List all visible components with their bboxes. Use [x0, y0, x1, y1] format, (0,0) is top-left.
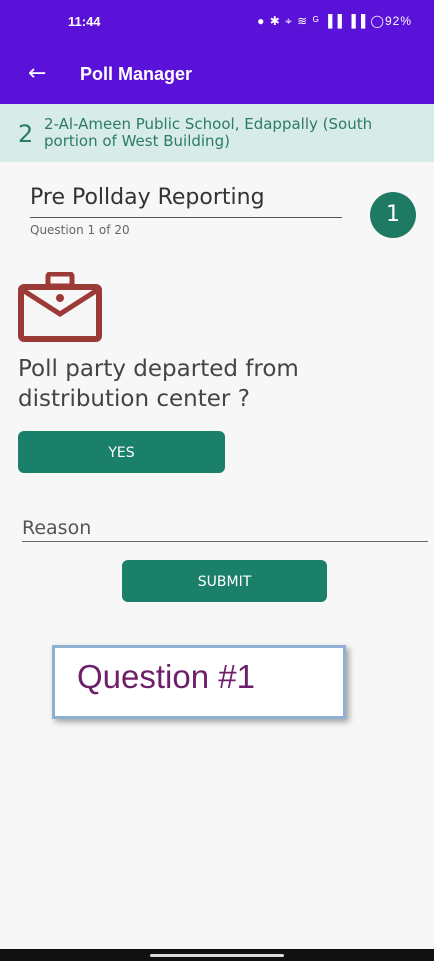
status-time: 11:44	[68, 14, 101, 29]
submit-button[interactable]: SUBMIT	[122, 560, 327, 602]
app-bar: ← Poll Manager	[0, 46, 434, 104]
question-callout: Question #1	[52, 645, 346, 719]
reason-input[interactable]	[22, 515, 428, 542]
status-bar: 11:44 ● ✱ ⌖ ≋ ᴳ ▐▐ ▐▐ ◯92%	[0, 0, 434, 46]
briefcase-icon	[18, 272, 102, 342]
app-title: Poll Manager	[80, 64, 193, 84]
status-icons: ● ✱ ⌖ ≋ ᴳ ▐▐ ▐▐ ◯92%	[257, 14, 412, 28]
nav-bar	[0, 949, 434, 961]
step-number-badge: 1	[370, 192, 416, 238]
callout-label: Question #1	[77, 658, 255, 695]
home-indicator[interactable]	[150, 954, 284, 957]
section-title: Pre Pollday Reporting	[30, 185, 342, 218]
question-text: Poll party departed from distribution ce…	[18, 356, 299, 412]
booth-banner: 2 2-Al-Ameen Public School, Edappally (S…	[0, 104, 434, 162]
question-count: Question 1 of 20	[30, 223, 130, 237]
booth-number: 2	[18, 120, 34, 148]
booth-name: 2-Al-Ameen Public School, Edappally (Sou…	[44, 115, 373, 150]
back-arrow-icon[interactable]: ←	[28, 61, 46, 86]
yes-button[interactable]: YES	[18, 431, 225, 473]
